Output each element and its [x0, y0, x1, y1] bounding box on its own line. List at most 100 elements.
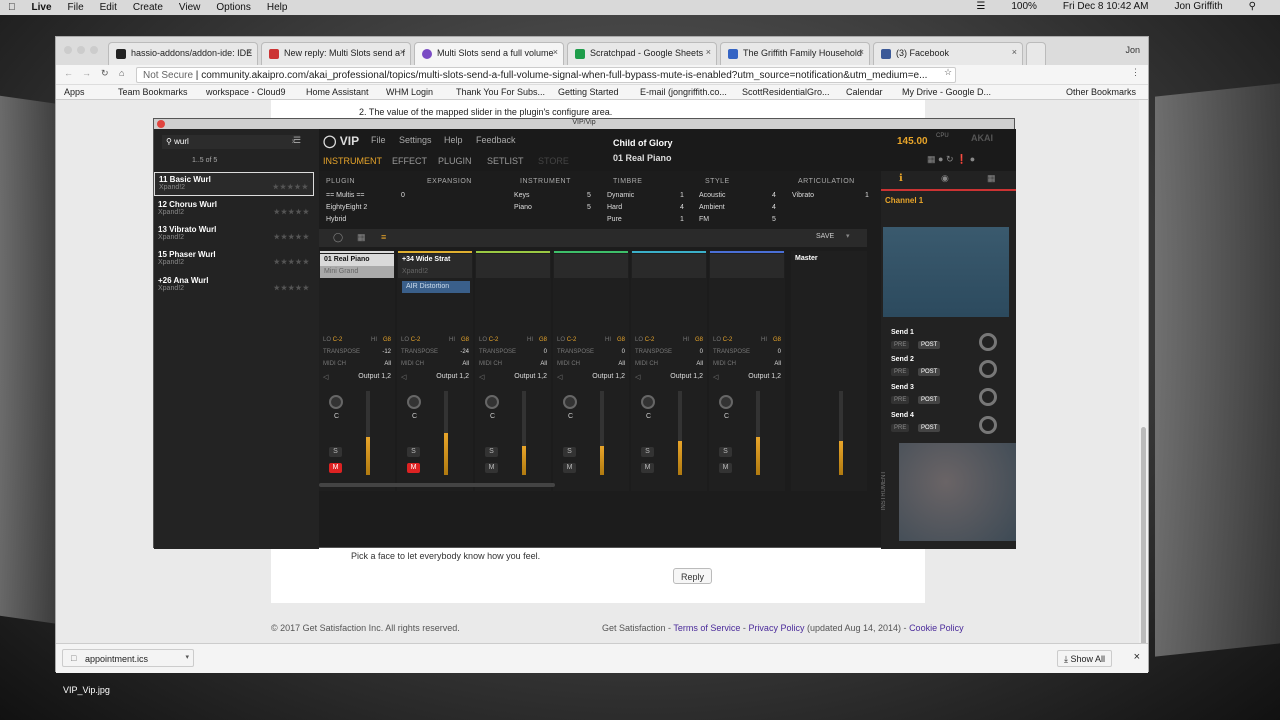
cat-item[interactable]: Ambient: [699, 204, 725, 211]
star-icon[interactable]: ☆: [944, 67, 952, 78]
cat-item[interactable]: Pure: [607, 216, 622, 223]
tab-sheets[interactable]: Scratchpad - Google Sheets ×: [567, 42, 717, 65]
output-row[interactable]: ◁ Output 1,2: [323, 373, 393, 381]
clock[interactable]: Fri Dec 8 10:42 AM: [1063, 1, 1149, 12]
tab-effect[interactable]: EFFECT: [392, 156, 427, 166]
transpose-row[interactable]: TRANSPOSE -24: [401, 349, 471, 355]
solo-button[interactable]: S: [719, 447, 732, 457]
bookmark-cloud9[interactable]: workspace - Cloud9: [206, 87, 286, 97]
minimize-window-button[interactable]: [77, 46, 85, 54]
midi-row[interactable]: MIDI CH All: [479, 361, 549, 367]
close-icon[interactable]: ×: [859, 47, 864, 57]
desktop-file-label[interactable]: VIP_Vip.jpg: [63, 685, 110, 695]
pre-button[interactable]: PRE: [891, 341, 910, 349]
tab-household[interactable]: The Griffith Family Household ×: [720, 42, 870, 65]
page-scrollbar[interactable]: [1139, 100, 1148, 673]
cat-item[interactable]: == Multis ==: [326, 192, 365, 199]
range-row[interactable]: LO C-2 HI G8: [713, 337, 783, 343]
close-icon[interactable]: ×: [400, 47, 405, 57]
mute-button[interactable]: M: [329, 463, 342, 473]
instrument-slot[interactable]: [476, 254, 550, 266]
camera-icon[interactable]: ◉: [941, 173, 949, 184]
level-meter[interactable]: [444, 391, 448, 475]
bookmark-team[interactable]: Team Bookmarks: [118, 87, 188, 97]
level-meter[interactable]: [366, 391, 370, 475]
other-bookmarks[interactable]: Other Bookmarks: [1066, 87, 1136, 97]
send-knob[interactable]: [979, 388, 997, 406]
midi-row[interactable]: MIDI CH All: [713, 361, 783, 367]
rating-stars[interactable]: ★★★★★: [274, 233, 310, 241]
rating-stars[interactable]: ★★★★★: [274, 208, 310, 216]
instrument-slot[interactable]: [554, 254, 628, 266]
send-knob[interactable]: [979, 333, 997, 351]
solo-button[interactable]: S: [641, 447, 654, 457]
preset-item[interactable]: 12 Chorus Wurl Xpand!2 ★★★★★: [154, 198, 314, 222]
cat-item[interactable]: EightyEight 2: [326, 204, 367, 211]
menu-options[interactable]: Options: [216, 2, 250, 13]
preset-item[interactable]: 11 Basic Wurl Xpand!2 ★★★★★: [154, 172, 314, 196]
pan-knob[interactable]: [641, 395, 655, 409]
send-knob[interactable]: [979, 416, 997, 434]
download-item[interactable]: □ appointment.ics ▾: [62, 649, 194, 667]
post-button[interactable]: POST: [918, 396, 941, 404]
send-knob[interactable]: [979, 360, 997, 378]
vip-menu-file[interactable]: File: [371, 135, 386, 145]
solo-button[interactable]: S: [407, 447, 420, 457]
cat-instrument[interactable]: INSTRUMENT: [520, 178, 571, 187]
chevron-down-icon[interactable]: ▾: [846, 232, 850, 240]
terms-link[interactable]: Terms of Service: [673, 623, 740, 633]
range-row[interactable]: LO C-2 HI G8: [323, 337, 393, 343]
level-meter[interactable]: [522, 391, 526, 475]
range-row[interactable]: LO C-2 HI G8: [635, 337, 705, 343]
output-row[interactable]: ◁ Output 1,2: [713, 373, 783, 381]
level-meter[interactable]: [756, 391, 760, 475]
tab-store[interactable]: STORE: [538, 156, 569, 166]
preset-item[interactable]: 15 Phaser Wurl Xpand!2 ★★★★★: [154, 248, 314, 272]
reload-icon[interactable]: ↻: [101, 68, 109, 79]
tab-facebook[interactable]: (3) Facebook ×: [873, 42, 1023, 65]
battery-percent[interactable]: 100%: [1011, 1, 1037, 12]
mute-button[interactable]: M: [407, 463, 420, 473]
patch-name[interactable]: 01 Real Piano: [613, 153, 672, 163]
level-meter[interactable]: [678, 391, 682, 475]
tab-akai[interactable]: Multi Slots send a full volume ×: [414, 42, 564, 65]
cat-item[interactable]: Vibrato: [792, 192, 814, 199]
solo-button[interactable]: S: [563, 447, 576, 457]
transpose-row[interactable]: TRANSPOSE -12: [323, 349, 393, 355]
bookmark-email[interactable]: E-mail (jongriffith.co...: [640, 87, 727, 97]
privacy-link[interactable]: Privacy Policy: [748, 623, 804, 633]
cat-item[interactable]: Hybrid: [326, 216, 346, 223]
close-window-button[interactable]: [157, 120, 165, 128]
profile-name[interactable]: Jon: [1125, 45, 1140, 55]
close-icon[interactable]: ×: [1012, 47, 1017, 57]
cat-item[interactable]: Hard: [607, 204, 622, 211]
save-button[interactable]: SAVE: [816, 233, 834, 240]
show-all-button[interactable]: ⤓ Show All: [1056, 650, 1112, 667]
back-icon[interactable]: ←: [64, 68, 73, 78]
info-icon[interactable]: ℹ: [899, 173, 903, 184]
pre-button[interactable]: PRE: [891, 396, 910, 404]
effect-slot[interactable]: AIR Distortion: [402, 281, 470, 293]
transpose-row[interactable]: TRANSPOSE 0: [557, 349, 627, 355]
menu-help[interactable]: Help: [267, 2, 288, 13]
output-row[interactable]: ◁ Output 1,2: [479, 373, 549, 381]
close-icon[interactable]: ×: [247, 47, 252, 57]
menu-icon[interactable]: ⋮: [1131, 67, 1140, 78]
mixer-scrollbar[interactable]: [319, 483, 555, 487]
post-button[interactable]: POST: [918, 424, 941, 432]
bookmark-thank-you[interactable]: Thank You For Subs...: [456, 87, 545, 97]
post-button[interactable]: POST: [918, 341, 941, 349]
cat-timbre[interactable]: TIMBRE: [613, 178, 642, 187]
cat-plugin[interactable]: PLUGIN: [326, 178, 355, 187]
instrument-slot[interactable]: +34 Wide Strat: [398, 254, 472, 266]
keyboard-icon[interactable]: ▦: [357, 232, 366, 243]
bookmark-home-assistant[interactable]: Home Assistant: [306, 87, 369, 97]
cookie-link[interactable]: Cookie Policy: [909, 623, 964, 633]
transpose-row[interactable]: TRANSPOSE 0: [713, 349, 783, 355]
output-row[interactable]: ◁ Output 1,2: [635, 373, 705, 381]
pan-knob[interactable]: [719, 395, 733, 409]
transpose-row[interactable]: TRANSPOSE 0: [635, 349, 705, 355]
output-row[interactable]: ◁ Output 1,2: [557, 373, 627, 381]
preset-item[interactable]: 13 Vibrato Wurl Xpand!2 ★★★★★: [154, 223, 314, 247]
cat-item[interactable]: Piano: [514, 204, 532, 211]
